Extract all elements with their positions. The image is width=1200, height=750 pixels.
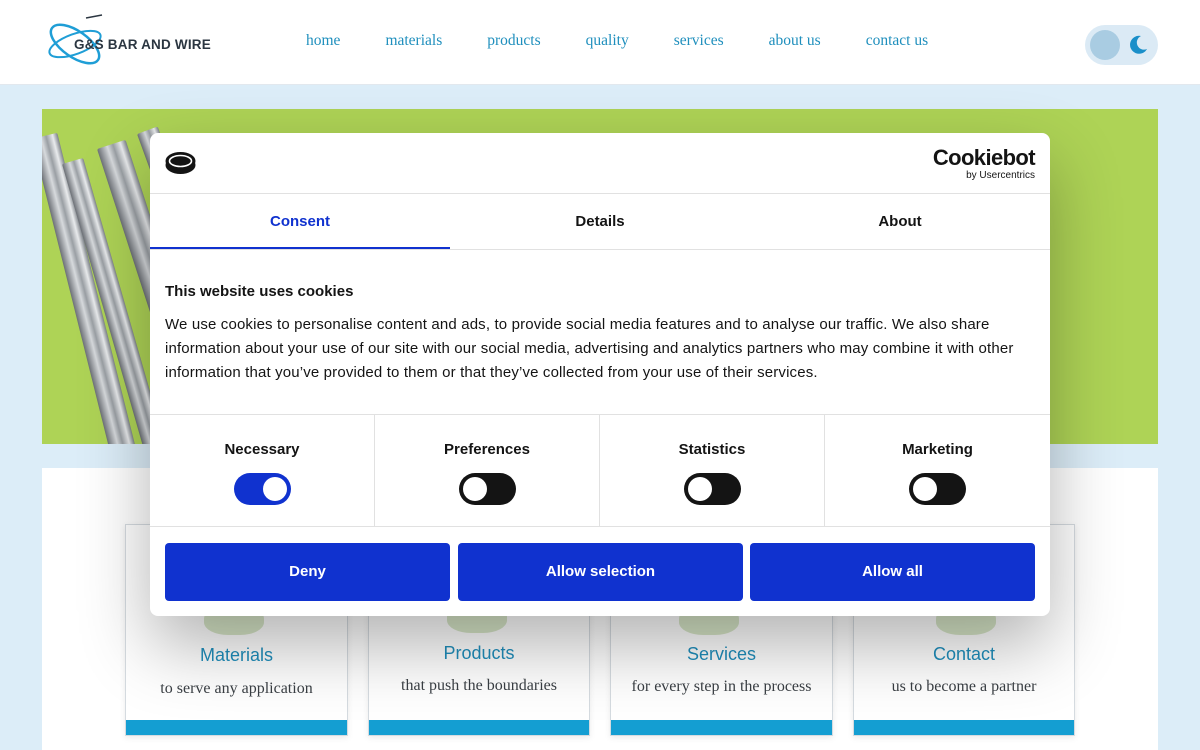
dialog-description: We use cookies to personalise content an…: [165, 316, 1014, 381]
toggle-knob: [1090, 30, 1120, 60]
marketing-toggle[interactable]: [909, 473, 966, 505]
cookiebot-brand[interactable]: Cookiebot by Usercentrics: [932, 145, 1036, 182]
card-title: Services: [686, 644, 757, 664]
necessary-toggle[interactable]: [234, 473, 291, 505]
card-subtitle: to serve any application: [160, 680, 313, 697]
toggle-dot: [688, 477, 712, 501]
tab-about[interactable]: About: [750, 194, 1050, 249]
toggle-dot: [463, 477, 487, 501]
brand-sub: by Usercentrics: [966, 170, 1035, 181]
tab-consent[interactable]: Consent: [150, 194, 450, 249]
preferences-toggle[interactable]: [459, 473, 516, 505]
category-marketing: Marketing: [825, 415, 1050, 527]
category-label: Preferences: [444, 441, 530, 458]
card-subtitle: that push the boundaries: [401, 677, 557, 694]
category-statistics: Statistics: [600, 415, 825, 527]
deny-button[interactable]: Deny: [165, 543, 450, 601]
site-logo[interactable]: G&S BAR AND WIRE: [44, 12, 214, 74]
cookie-categories: Necessary Preferences Statistics Marketi…: [150, 414, 1050, 527]
card-accent-bar: [369, 720, 589, 735]
tab-details[interactable]: Details: [450, 194, 750, 249]
brand-name: Cookiebot: [932, 145, 1036, 170]
toggle-dot: [913, 477, 937, 501]
nav-home[interactable]: home: [306, 32, 340, 50]
card-subtitle: us to become a partner: [891, 678, 1037, 695]
cookie-icon: [165, 152, 196, 174]
card-title: Products: [443, 643, 515, 663]
card-accent-bar: [611, 720, 832, 735]
nav-materials[interactable]: materials: [385, 32, 442, 50]
category-label: Statistics: [678, 441, 746, 458]
dialog-header: Cookiebot by Usercentrics: [150, 133, 1050, 194]
card-title: Contact: [932, 644, 996, 664]
dialog-tabs: Consent Details About: [150, 194, 1050, 250]
category-label: Marketing: [902, 441, 973, 458]
allow-all-button[interactable]: Allow all: [750, 543, 1035, 601]
nav-services[interactable]: services: [674, 32, 724, 50]
dialog-body: This website uses cookies We use cookies…: [165, 283, 1035, 385]
main-nav: home materials products quality services…: [306, 32, 973, 50]
category-label: Necessary: [224, 441, 300, 458]
theme-toggle[interactable]: [1085, 25, 1158, 65]
nav-products[interactable]: products: [487, 32, 540, 50]
moon-icon: [1130, 35, 1147, 54]
card-accent-bar: [126, 720, 347, 735]
card-title: Materials: [199, 645, 274, 665]
card-accent-bar: [854, 720, 1074, 735]
category-preferences: Preferences: [375, 415, 600, 527]
allow-selection-button[interactable]: Allow selection: [458, 543, 743, 601]
dialog-heading: This website uses cookies: [165, 283, 354, 300]
site-header: G&S BAR AND WIRE home materials products…: [0, 0, 1200, 85]
logo-text: G&S BAR AND WIRE: [74, 37, 211, 52]
statistics-toggle[interactable]: [684, 473, 741, 505]
category-necessary: Necessary: [150, 415, 375, 527]
toggle-dot: [263, 477, 287, 501]
card-subtitle: for every step in the process: [631, 678, 812, 695]
nav-quality[interactable]: quality: [586, 32, 629, 50]
nav-about-us[interactable]: about us: [769, 32, 821, 50]
nav-contact-us[interactable]: contact us: [866, 32, 928, 50]
dialog-buttons: Deny Allow selection Allow all: [165, 543, 1035, 601]
cookie-consent-dialog: Cookiebot by Usercentrics Consent Detail…: [150, 133, 1050, 616]
